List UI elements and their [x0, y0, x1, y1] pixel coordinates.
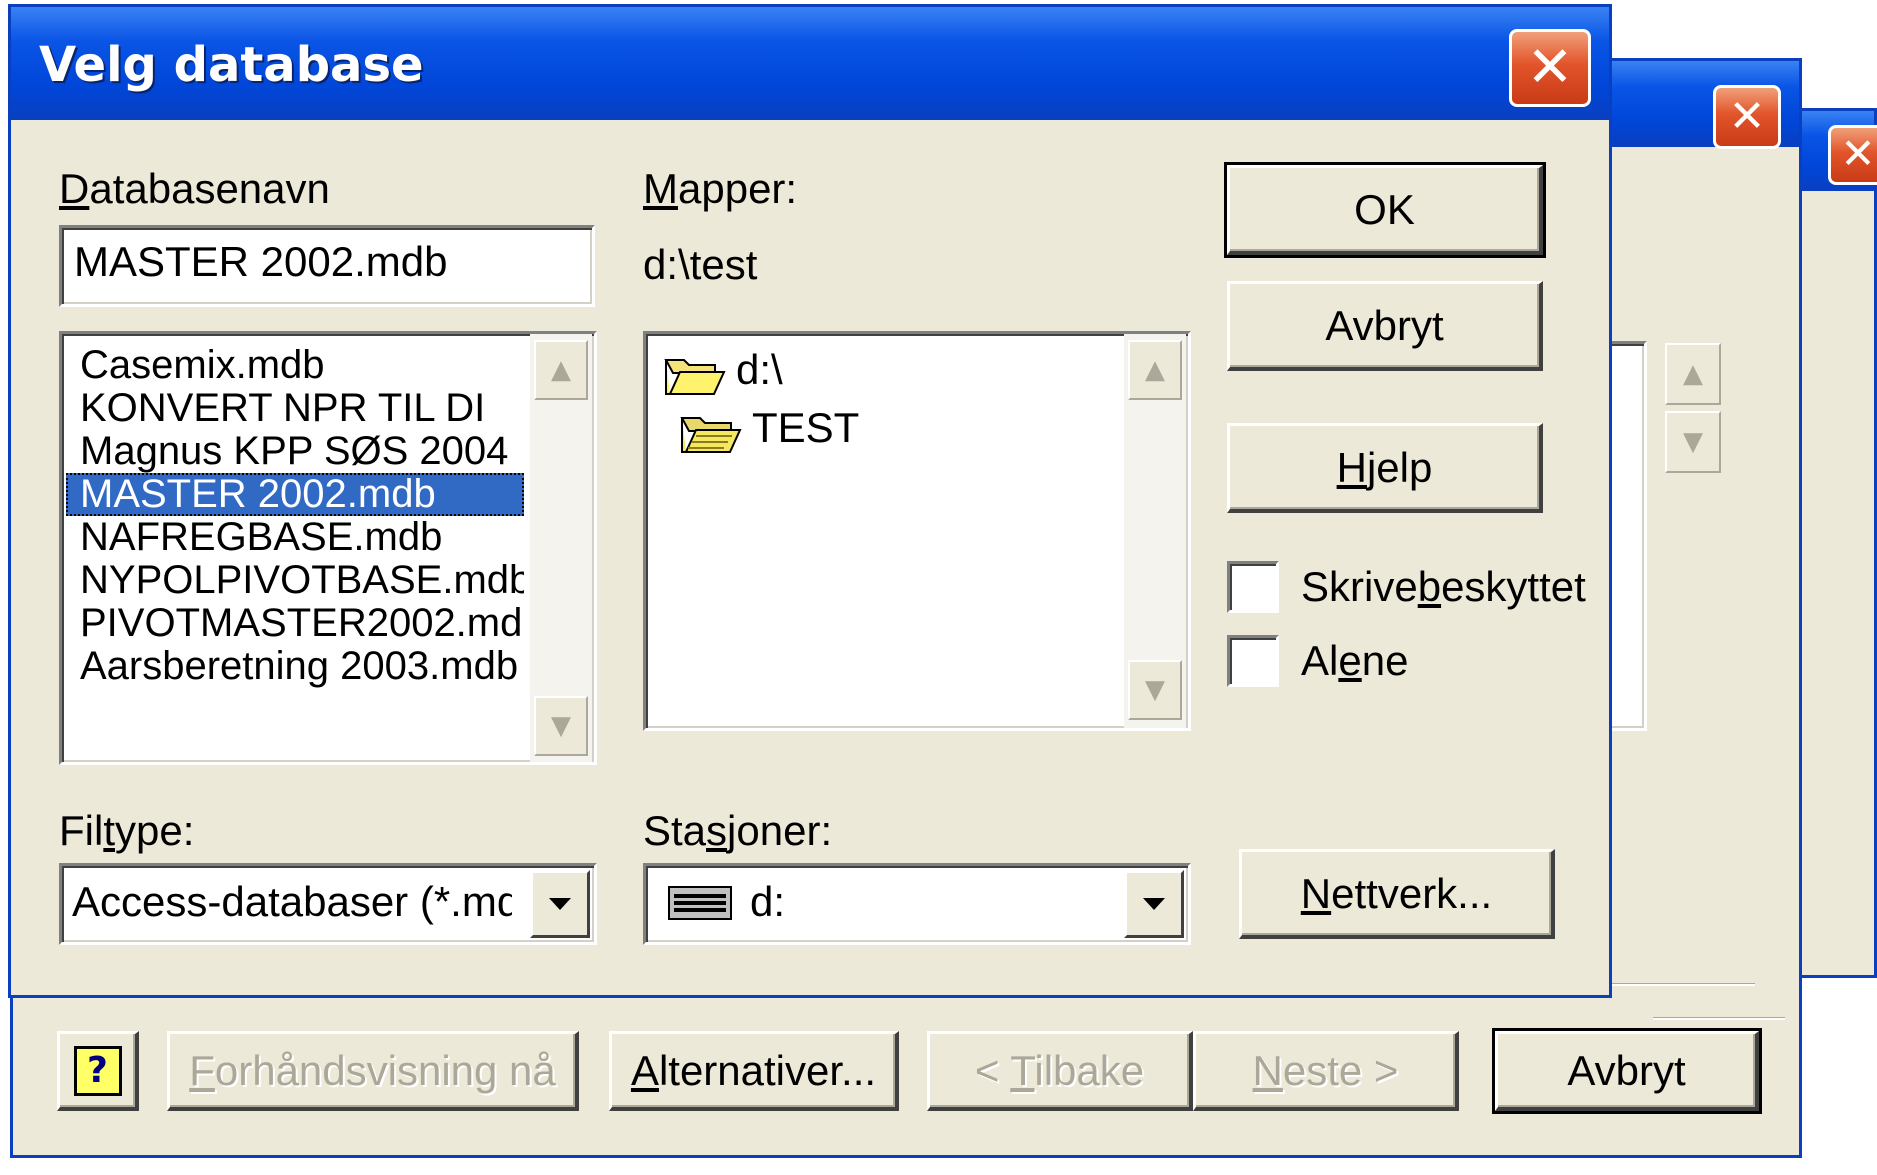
file-item[interactable]: Magnus KPP SØS 2004 [66, 430, 524, 473]
open-folder-icon [664, 352, 726, 395]
select-database-dialog: Velg database ✕ Databasenavn MASTER 2002… [8, 4, 1612, 998]
dialog-titlebar: Velg database ✕ [11, 7, 1609, 120]
help-button[interactable]: Hjelp [1227, 423, 1543, 513]
file-item[interactable]: Aarsberetning 2003.mdb [66, 645, 524, 688]
question-help-icon: ? [73, 1045, 122, 1096]
drives-label: Stasjoner: [643, 807, 833, 854]
back-button[interactable]: < Tilbake [927, 1031, 1193, 1111]
exclusive-label: Alene [1301, 637, 1409, 684]
filetype-value: Access-databaser (*.mdb) [72, 878, 512, 925]
file-listbox[interactable]: Casemix.mdb KONVERT NPR TIL DI Magnus KP… [59, 331, 597, 765]
wizard-scroll-up-button[interactable]: ▲ [1665, 343, 1721, 405]
file-item-selected[interactable]: MASTER 2002.mdb [66, 473, 524, 516]
dialog-title: Velg database [39, 37, 424, 93]
filetype-label: Filtype: [59, 807, 195, 854]
file-list-items: Casemix.mdb KONVERT NPR TIL DI Magnus KP… [66, 344, 524, 688]
exclusive-checkbox[interactable] [1227, 635, 1279, 687]
drive-icon [668, 886, 732, 924]
drives-value: d: [750, 878, 786, 925]
filetype-dropdown-arrow-icon[interactable] [530, 870, 590, 938]
file-item[interactable]: NYPOLPIVOTBASE.mdb [66, 559, 524, 602]
wizard-scroll-down-button[interactable]: ▼ [1665, 411, 1721, 473]
filetype-dropdown[interactable]: Access-databaser (*.mdb) [59, 863, 597, 945]
background-window-3-close-button[interactable]: ✕ [1828, 125, 1877, 185]
options-button[interactable]: Alternativer... [609, 1031, 899, 1111]
cancel-button[interactable]: Avbryt [1227, 281, 1543, 371]
open-folder-icon [680, 410, 742, 453]
folder-listbox[interactable]: d:\ TEST ▲ ▼ [643, 331, 1191, 731]
wizard-help-icon-button[interactable]: ? [57, 1031, 139, 1111]
database-name-value: MASTER 2002.mdb [74, 238, 448, 285]
network-button[interactable]: Nettverk... [1239, 849, 1555, 939]
dialog-close-button[interactable]: ✕ [1509, 29, 1591, 107]
scroll-down-arrow-icon[interactable]: ▼ [1128, 660, 1182, 720]
file-item[interactable]: PIVOTMASTER2002.mdb [66, 602, 524, 645]
next-button[interactable]: Neste > [1193, 1031, 1459, 1111]
database-name-input[interactable]: MASTER 2002.mdb [59, 225, 595, 307]
database-name-label: Databasenavn [59, 165, 330, 212]
drives-dropdown-arrow-icon[interactable] [1124, 870, 1184, 938]
wizard-separator-2 [1653, 1017, 1785, 1020]
ok-button[interactable]: OK [1224, 162, 1546, 258]
folder-item-test[interactable]: TEST [680, 400, 859, 456]
scroll-up-arrow-icon[interactable]: ▲ [534, 340, 588, 400]
scroll-down-arrow-icon[interactable]: ▼ [534, 696, 588, 756]
preview-now-button[interactable]: Forhåndsvisning nå [167, 1031, 579, 1111]
file-list-scrollbar[interactable]: ▲ ▼ [530, 334, 592, 762]
file-item[interactable]: Casemix.mdb [66, 344, 524, 387]
folder-list-scrollbar[interactable]: ▲ ▼ [1124, 334, 1186, 728]
current-folder-path: d:\test [643, 241, 758, 288]
folders-label: Mapper: [643, 165, 798, 212]
readonly-checkbox[interactable] [1227, 561, 1279, 613]
file-item[interactable]: KONVERT NPR TIL DI [66, 387, 524, 430]
readonly-label: Skrivebeskyttet [1301, 563, 1586, 610]
wizard-window-close-button[interactable]: ✕ [1713, 85, 1781, 149]
folder-item-root[interactable]: d:\ [664, 344, 783, 396]
file-item[interactable]: NAFREGBASE.mdb [66, 516, 524, 559]
wizard-cancel-button[interactable]: Avbryt [1492, 1028, 1762, 1114]
scroll-up-arrow-icon[interactable]: ▲ [1128, 340, 1182, 400]
drives-dropdown[interactable]: d: [643, 863, 1191, 945]
